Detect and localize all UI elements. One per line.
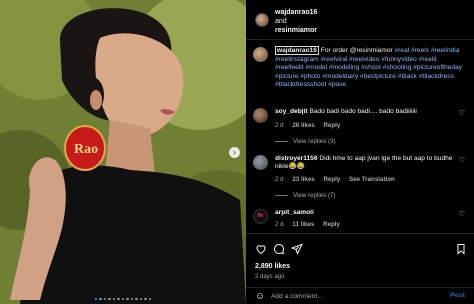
commenter-avatar[interactable]	[253, 108, 268, 123]
comment-meta: 2 d 23 likes Reply See Translation	[275, 176, 402, 183]
comment-meta: 2 d 11 likes Reply	[275, 221, 347, 228]
commenter-avatar[interactable]: ffe	[253, 209, 268, 224]
next-photo-button[interactable]: ›	[229, 147, 240, 158]
collaborator-username[interactable]: resinmiamor	[275, 26, 317, 35]
comment-icon[interactable]	[273, 243, 285, 258]
share-icon[interactable]	[290, 243, 303, 258]
post-details-panel: wajdanrao16 and resinmiamor wajdanrao16 …	[246, 0, 474, 304]
carousel-indicator	[0, 297, 246, 300]
carousel-dot	[126, 297, 129, 300]
commenter-avatar[interactable]	[253, 155, 268, 170]
comment-text: arpit_samoli	[275, 209, 455, 217]
post-header: wajdanrao16 and resinmiamor	[246, 0, 474, 40]
emoji-icon[interactable]: ☺	[255, 291, 265, 302]
comment-text: soy_debjit Bado badi bado badi.... bado …	[275, 108, 455, 116]
comment-text: distroyer1156 Didi hme to aap jvan lge t…	[275, 155, 455, 171]
caption-text: wajdanrao16 For order @resinmiamor #real…	[275, 46, 467, 90]
heart-icon[interactable]: ♡	[459, 109, 465, 117]
post-actions: 2,890 likes 2 days ago ☺ Post	[246, 233, 474, 303]
comment-username[interactable]: soy_debjit	[275, 108, 308, 115]
carousel-dot	[130, 297, 134, 300]
post-photo[interactable]: Rao ›	[0, 0, 246, 304]
carousel-dot	[94, 297, 98, 300]
comment-time[interactable]: 2 d	[275, 221, 284, 228]
comment-reply-button[interactable]: Reply	[323, 221, 340, 228]
portrait-illustration: Rao	[0, 0, 246, 304]
author-avatar[interactable]	[255, 13, 269, 27]
carousel-dot	[108, 297, 111, 300]
post-comment-button[interactable]: Post	[450, 292, 465, 299]
bookmark-icon[interactable]	[455, 243, 467, 258]
carousel-dot	[148, 297, 152, 300]
view-replies-button[interactable]: View replies (7)	[275, 192, 336, 199]
comment-username[interactable]: arpit_samoli	[275, 209, 314, 216]
caption-avatar[interactable]	[253, 47, 268, 62]
comment-likes[interactable]: 11 likes	[292, 221, 314, 228]
caption-username[interactable]: wajdanrao16	[275, 46, 319, 55]
author-username[interactable]: wajdanrao16	[275, 8, 317, 17]
carousel-dot	[99, 297, 102, 300]
comment-likes[interactable]: 26 likes	[292, 122, 314, 129]
add-comment-bar: ☺ Post	[246, 287, 474, 304]
author-conjunction: and	[275, 18, 287, 25]
heart-icon[interactable]: ♡	[459, 156, 465, 164]
comment-username[interactable]: distroyer1156	[275, 155, 318, 162]
post-date[interactable]: 2 days ago	[255, 274, 284, 280]
comment-message: Bado badi bado badi.... bado badiiiiiii	[309, 108, 417, 115]
carousel-dot	[112, 297, 116, 300]
carousel-dot	[135, 297, 138, 300]
see-translation-button[interactable]: See Translation	[349, 176, 395, 183]
heart-icon[interactable]	[255, 243, 267, 258]
author-names: wajdanrao16 and resinmiamor	[275, 8, 317, 35]
comment-time[interactable]: 2 d	[275, 176, 284, 183]
comment-reply-button[interactable]: Reply	[323, 176, 340, 183]
comment-time[interactable]: 2 d	[275, 122, 284, 129]
carousel-dot	[139, 297, 143, 300]
comment-input[interactable]	[271, 291, 421, 302]
earring-label: Rao	[74, 142, 98, 157]
carousel-dot	[144, 297, 147, 300]
like-count[interactable]: 2,890 likes	[255, 263, 290, 270]
heart-icon[interactable]: ♡	[459, 210, 465, 218]
comment-reply-button[interactable]: Reply	[323, 122, 340, 129]
caption-body: For order @resinmiamor	[320, 47, 393, 54]
carousel-dot	[103, 297, 107, 300]
comment-likes[interactable]: 23 likes	[292, 176, 314, 183]
chevron-right-icon: ›	[233, 148, 236, 157]
carousel-dot	[121, 297, 125, 300]
comment-meta: 2 d 26 likes Reply	[275, 122, 347, 129]
carousel-dot	[117, 297, 120, 300]
view-replies-button[interactable]: View replies (3)	[275, 138, 336, 145]
